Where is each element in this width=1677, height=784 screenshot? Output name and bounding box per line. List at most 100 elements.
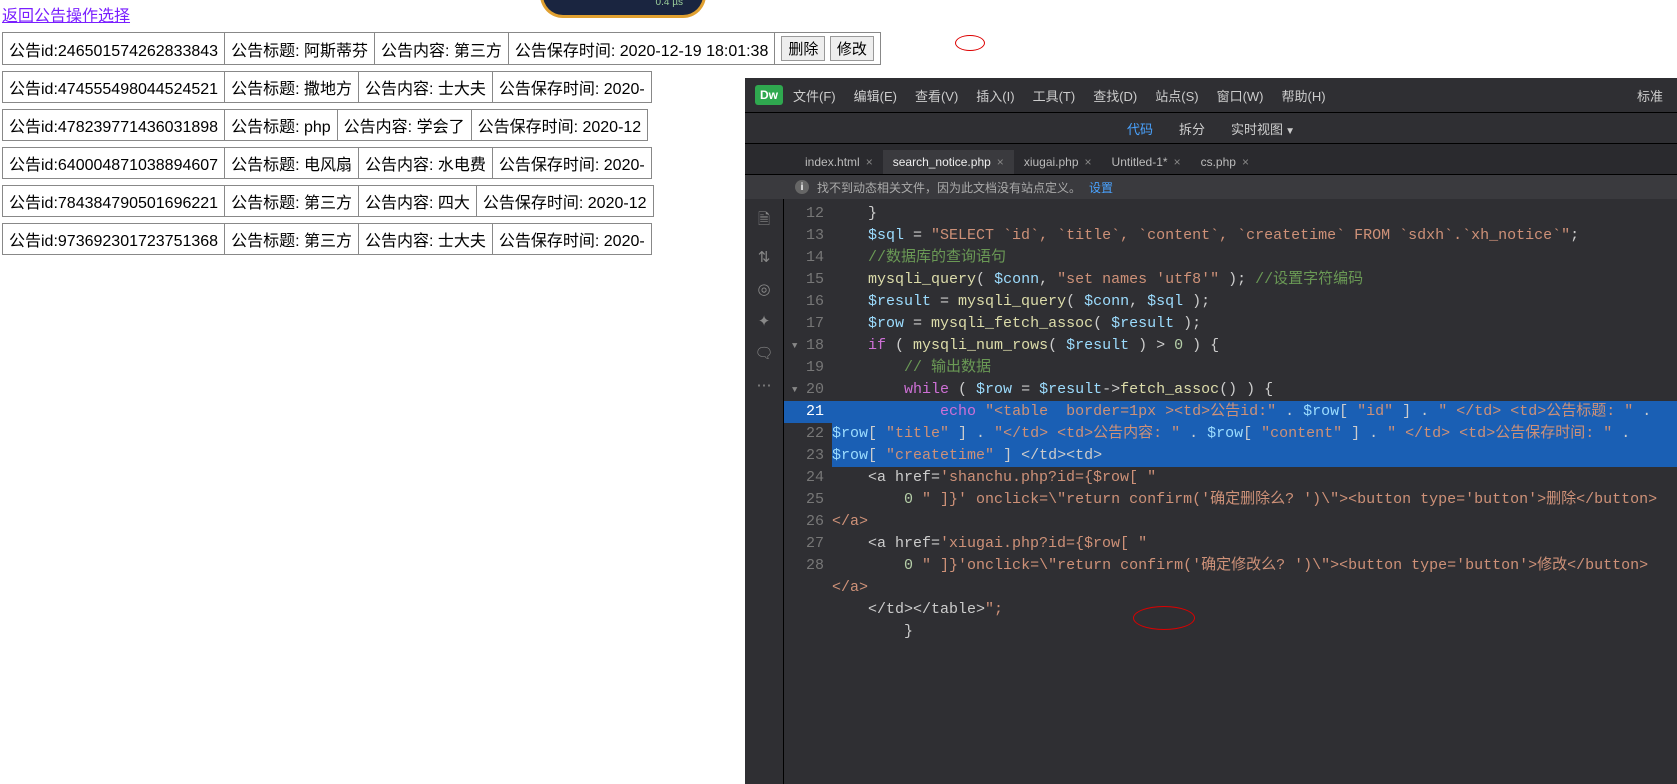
cell-time: 公告保存时间: 2020-: [492, 148, 651, 179]
line-number: 22: [784, 423, 832, 445]
code-line: 0 " ]}'onclick=\"return confirm('确定修改么? …: [832, 555, 1677, 599]
dw-logo: Dw: [755, 85, 783, 105]
cell-actions: 删除 修改: [775, 33, 880, 65]
dw-view-switcher: 代码 拆分 实时视图▼: [745, 113, 1677, 144]
line-number: 16: [784, 291, 832, 313]
cell-time: 公告保存时间: 2020-: [492, 72, 651, 103]
warning-link[interactable]: 设置: [1089, 179, 1113, 196]
editor-tab[interactable]: xiugai.php ×: [1014, 150, 1102, 174]
browser-page: 返回公告操作选择 公告id:246501574262833843公告标题: 阿斯…: [0, 0, 745, 261]
menu-item[interactable]: 帮助(H): [1282, 86, 1326, 105]
close-icon[interactable]: ×: [997, 155, 1004, 169]
menu-item[interactable]: 文件(F): [793, 86, 836, 105]
view-code[interactable]: 代码: [1127, 119, 1153, 138]
dreamweaver-window: Dw 文件(F) 编辑(E) 查看(V) 插入(I) 工具(T) 查找(D) 站点(S) 窗口…: [745, 78, 1677, 781]
tab-label: index.html: [805, 155, 860, 169]
chevron-down-icon: ▼: [1285, 126, 1295, 137]
code-line: [832, 643, 1677, 665]
cell-title: 公告标题: 电风扇: [225, 148, 359, 179]
line-number: 26: [784, 511, 832, 533]
cell-time: 公告保存时间: 2020-: [492, 224, 651, 255]
editor-tabs: index.html × search_notice.php × xiugai.php ×…: [745, 144, 1677, 175]
code-line: 0 " ]}' onclick=\"return confirm('确定删除么?…: [832, 489, 1677, 533]
cell-time: 公告保存时间: 2020-12: [476, 186, 653, 217]
menu-item[interactable]: 查找(D): [1093, 86, 1137, 105]
close-icon[interactable]: ×: [1174, 155, 1181, 169]
view-live[interactable]: 实时视图▼: [1231, 119, 1295, 138]
cell-id: 公告id:640004871038894607: [3, 148, 225, 179]
cell-id: 公告id:246501574262833843: [3, 33, 225, 65]
cell-id: 公告id:784384790501696221: [3, 186, 225, 217]
cell-title: 公告标题: 第三方: [225, 224, 359, 255]
line-number: 13: [784, 225, 832, 247]
line-number: 15: [784, 269, 832, 291]
cell-title: 公告标题: php: [225, 110, 338, 141]
close-icon[interactable]: ×: [1242, 155, 1249, 169]
cell-title: 公告标题: 第三方: [225, 186, 359, 217]
cell-content: 公告内容: 四大: [358, 186, 476, 217]
warning-text: 找不到动态相关文件，因为此文档没有站点定义。: [817, 179, 1081, 196]
more-icon[interactable]: ⋯: [757, 376, 772, 394]
line-number: 27: [784, 533, 832, 555]
cell-id: 公告id:478239771436031898: [3, 110, 225, 141]
line-number: 14: [784, 247, 832, 269]
cell-time: 公告保存时间: 2020-12-19 18:01:38: [508, 33, 774, 65]
editor-tab[interactable]: cs.php ×: [1191, 150, 1259, 174]
close-icon[interactable]: ×: [866, 155, 873, 169]
code-line: <a href='xiugai.php?id={$row[ ": [832, 533, 1677, 555]
notice-row: 公告id:973692301723751368公告标题: 第三方公告内容: 士大…: [2, 223, 652, 255]
view-split[interactable]: 拆分: [1179, 119, 1205, 138]
code-line: <a href='shanchu.php?id={$row[ ": [832, 467, 1677, 489]
line-number: 23: [784, 445, 832, 467]
comment-icon[interactable]: 🗨: [754, 344, 773, 362]
close-icon[interactable]: ×: [1085, 155, 1092, 169]
line-number: 17: [784, 313, 832, 335]
back-link[interactable]: 返回公告操作选择: [2, 2, 130, 26]
menu-item[interactable]: 查看(V): [915, 86, 958, 105]
cell-content: 公告内容: 士大夫: [358, 72, 492, 103]
code-area[interactable]: } $sql = "SELECT `id`, `title`, `content…: [832, 199, 1677, 784]
swap-icon[interactable]: ⇅: [758, 248, 771, 266]
code-line: while ( $row = $result->fetch_assoc() ) …: [832, 379, 1677, 401]
editor-tab[interactable]: search_notice.php ×: [883, 150, 1014, 174]
code-line: $result = mysqli_query( $conn, $sql );: [832, 291, 1677, 313]
cell-time: 公告保存时间: 2020-12: [471, 110, 648, 141]
notice-row: 公告id:474555498044524521公告标题: 撒地方公告内容: 士大…: [2, 71, 652, 103]
file-icon[interactable]: 🗎: [758, 209, 770, 234]
warning-bar: i 找不到动态相关文件，因为此文档没有站点定义。 设置: [745, 175, 1677, 199]
tab-label: search_notice.php: [893, 155, 991, 169]
tab-label: cs.php: [1201, 155, 1236, 169]
code-line: }: [832, 621, 1677, 643]
editor-tab[interactable]: index.html ×: [795, 150, 883, 174]
line-number: 20: [784, 379, 832, 401]
menu-item[interactable]: 插入(I): [976, 86, 1014, 105]
line-number: 18: [784, 335, 832, 357]
editor-tab[interactable]: Untitled-1*×: [1102, 150, 1191, 174]
code-line: echo "<table border=1px ><td>公告id:" . $r…: [832, 401, 1677, 467]
editor-sidebar: 🗎 ⇅ ◎ ✦ 🗨 ⋯: [745, 199, 784, 784]
notice-row: 公告id:478239771436031898公告标题: php公告内容: 学会…: [2, 109, 648, 141]
menu-item[interactable]: 编辑(E): [854, 86, 897, 105]
delete-button[interactable]: 删除: [781, 36, 825, 61]
menu-item[interactable]: 站点(S): [1155, 86, 1198, 105]
target-icon[interactable]: ◎: [757, 280, 770, 298]
tab-label: xiugai.php: [1024, 155, 1079, 169]
code-line: mysqli_query( $conn, "set names 'utf8'" …: [832, 269, 1677, 291]
line-number: 21: [784, 401, 832, 423]
line-number: 24: [784, 467, 832, 489]
notice-row: 公告id:246501574262833843公告标题: 阿斯蒂芬公告内容: 第…: [2, 32, 881, 65]
cell-title: 公告标题: 撒地方: [225, 72, 359, 103]
wand-icon[interactable]: ✦: [758, 312, 771, 330]
workspace-label[interactable]: 标准: [1637, 86, 1663, 105]
cell-id: 公告id:474555498044524521: [3, 72, 225, 103]
menu-item[interactable]: 工具(T): [1033, 86, 1076, 105]
line-number: 19: [784, 357, 832, 379]
notice-row: 公告id:784384790501696221公告标题: 第三方公告内容: 四大…: [2, 185, 654, 217]
code-line: //数据库的查询语句: [832, 247, 1677, 269]
line-number: 28: [784, 555, 832, 577]
modify-button[interactable]: 修改: [830, 36, 874, 61]
dw-menubar: Dw 文件(F) 编辑(E) 查看(V) 插入(I) 工具(T) 查找(D) 站点(S) 窗口…: [745, 78, 1677, 113]
cell-content: 公告内容: 第三方: [374, 33, 508, 65]
menu-item[interactable]: 窗口(W): [1217, 86, 1264, 105]
notice-row: 公告id:640004871038894607公告标题: 电风扇公告内容: 水电…: [2, 147, 652, 179]
